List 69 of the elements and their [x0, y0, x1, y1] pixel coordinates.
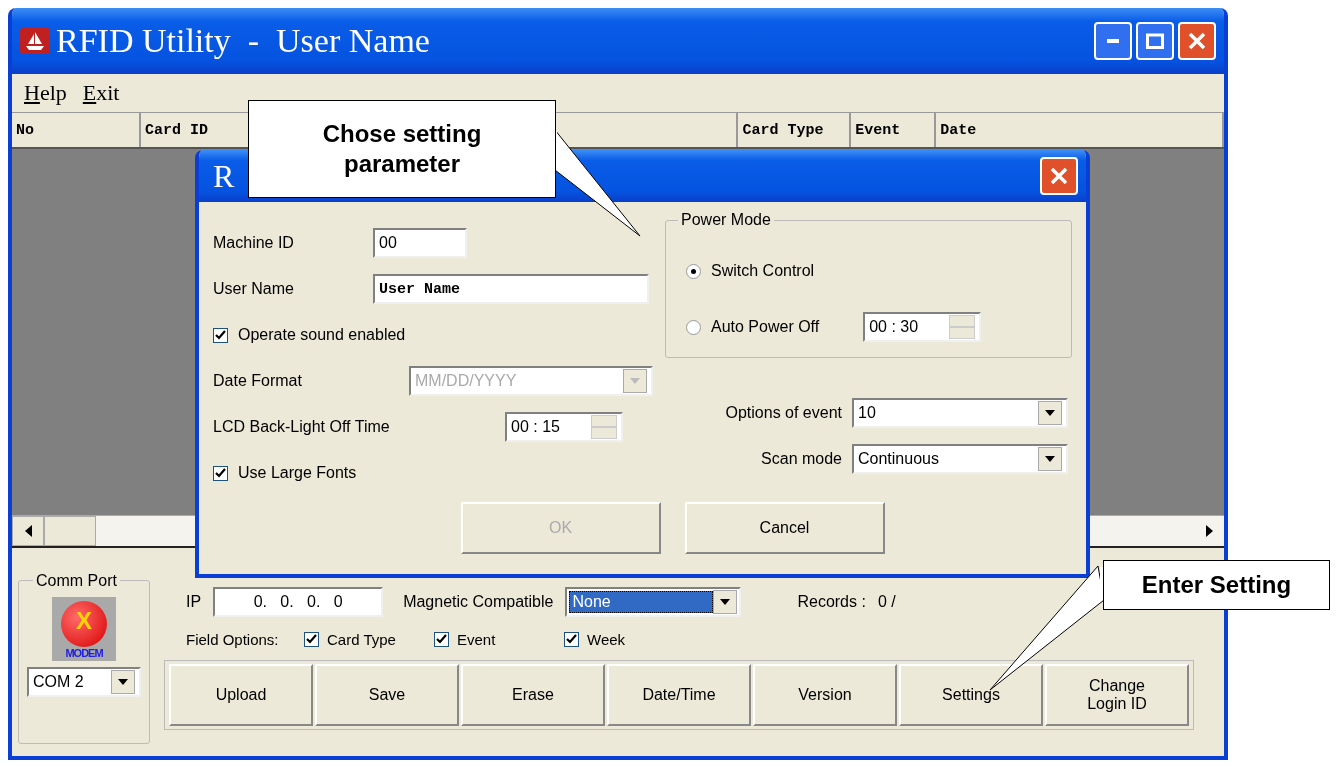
scroll-thumb[interactable]	[44, 516, 96, 546]
dialog-button[interactable]: Cancel	[684, 502, 885, 554]
radio-label: Switch Control	[711, 262, 815, 280]
records-count: 0 /	[877, 593, 896, 611]
radio-button[interactable]	[686, 263, 701, 279]
field-label: Date Format	[213, 372, 303, 390]
field-label: Magnetic Compatible	[403, 593, 554, 611]
dropdown-arrow-icon[interactable]	[1045, 456, 1055, 462]
window-title: RFID Utility - User Name	[56, 22, 430, 60]
maximize-icon	[1146, 33, 1164, 49]
close-icon	[1187, 31, 1207, 51]
checkbox[interactable]	[434, 631, 449, 647]
close-button[interactable]	[1178, 22, 1216, 60]
column-header[interactable]: No	[12, 113, 141, 147]
scroll-left-button[interactable]	[12, 516, 44, 546]
dropdown-arrow-icon[interactable]	[118, 679, 128, 685]
field-label: Records :	[797, 593, 866, 611]
column-header[interactable]: Date	[936, 113, 1224, 147]
toolbar-button[interactable]: Save	[315, 664, 459, 726]
checkbox[interactable]	[213, 465, 228, 481]
menu-item[interactable]: Help	[24, 80, 67, 106]
menu-item[interactable]: Exit	[82, 80, 120, 106]
machine-id-field[interactable]: 00	[373, 228, 467, 258]
checkbox-label: Event	[457, 630, 496, 648]
field-label: User Name	[213, 280, 295, 298]
field-label: Machine ID	[213, 234, 295, 252]
toolbar-button[interactable]: Upload	[169, 664, 313, 726]
app-icon	[20, 28, 50, 54]
toolbar-button[interactable]: Change Login ID	[1045, 664, 1189, 726]
scroll-right-icon[interactable]	[1205, 525, 1213, 537]
toolbar-button[interactable]: Date/Time	[607, 664, 751, 726]
column-header[interactable]: Event	[851, 113, 937, 147]
close-icon	[1049, 166, 1069, 186]
radio-button[interactable]	[686, 319, 701, 335]
field-label: Field Options:	[186, 630, 280, 648]
callout: Enter Setting	[1103, 560, 1330, 610]
magnetic-dropdown[interactable]: None	[565, 587, 742, 617]
field-label: Options of event	[725, 404, 842, 422]
dialog-title: R	[213, 157, 235, 195]
checkbox-label: Use Large Fonts	[238, 464, 357, 482]
checkbox[interactable]	[304, 631, 319, 647]
checkbox-label: Card Type	[327, 630, 396, 648]
ip-field[interactable]: 0. 0. 0. 0	[213, 587, 384, 617]
close-button[interactable]	[1040, 157, 1078, 195]
toolbar-button[interactable]: Version	[753, 664, 897, 726]
dropdown-arrow-icon[interactable]	[1045, 410, 1055, 416]
time-spinner[interactable]: 00 : 30	[863, 312, 982, 342]
checkbox[interactable]	[564, 631, 579, 647]
scan-mode-dropdown[interactable]: Continuous	[852, 444, 1068, 474]
event-options-dropdown[interactable]: 10	[852, 398, 1068, 428]
checkbox[interactable]	[213, 327, 228, 343]
dropdown-arrow-icon[interactable]	[720, 599, 731, 605]
toolbar-button[interactable]: Erase	[461, 664, 605, 726]
field-label: Scan mode	[761, 450, 842, 468]
maximize-button[interactable]	[1136, 22, 1174, 60]
minimize-icon	[1107, 39, 1119, 43]
toolbar-button[interactable]: Settings	[899, 664, 1043, 726]
field-label: LCD Back-Light Off Time	[213, 418, 391, 436]
checkbox-label: Operate sound enabled	[238, 326, 406, 344]
com-port-dropdown[interactable]: COM 2	[27, 667, 141, 697]
user-name-field[interactable]: User Name	[373, 274, 649, 304]
minimize-button[interactable]	[1094, 22, 1132, 60]
checkbox-label: Week	[587, 630, 626, 648]
radio-label: Auto Power Off	[711, 318, 820, 336]
modem-icon: X MODEM	[52, 597, 116, 661]
scroll-left-icon	[24, 525, 32, 537]
field-label: IP	[186, 593, 202, 611]
column-header[interactable]: Card Type	[738, 113, 852, 147]
time-spinner[interactable]: 00 : 15	[505, 412, 623, 442]
